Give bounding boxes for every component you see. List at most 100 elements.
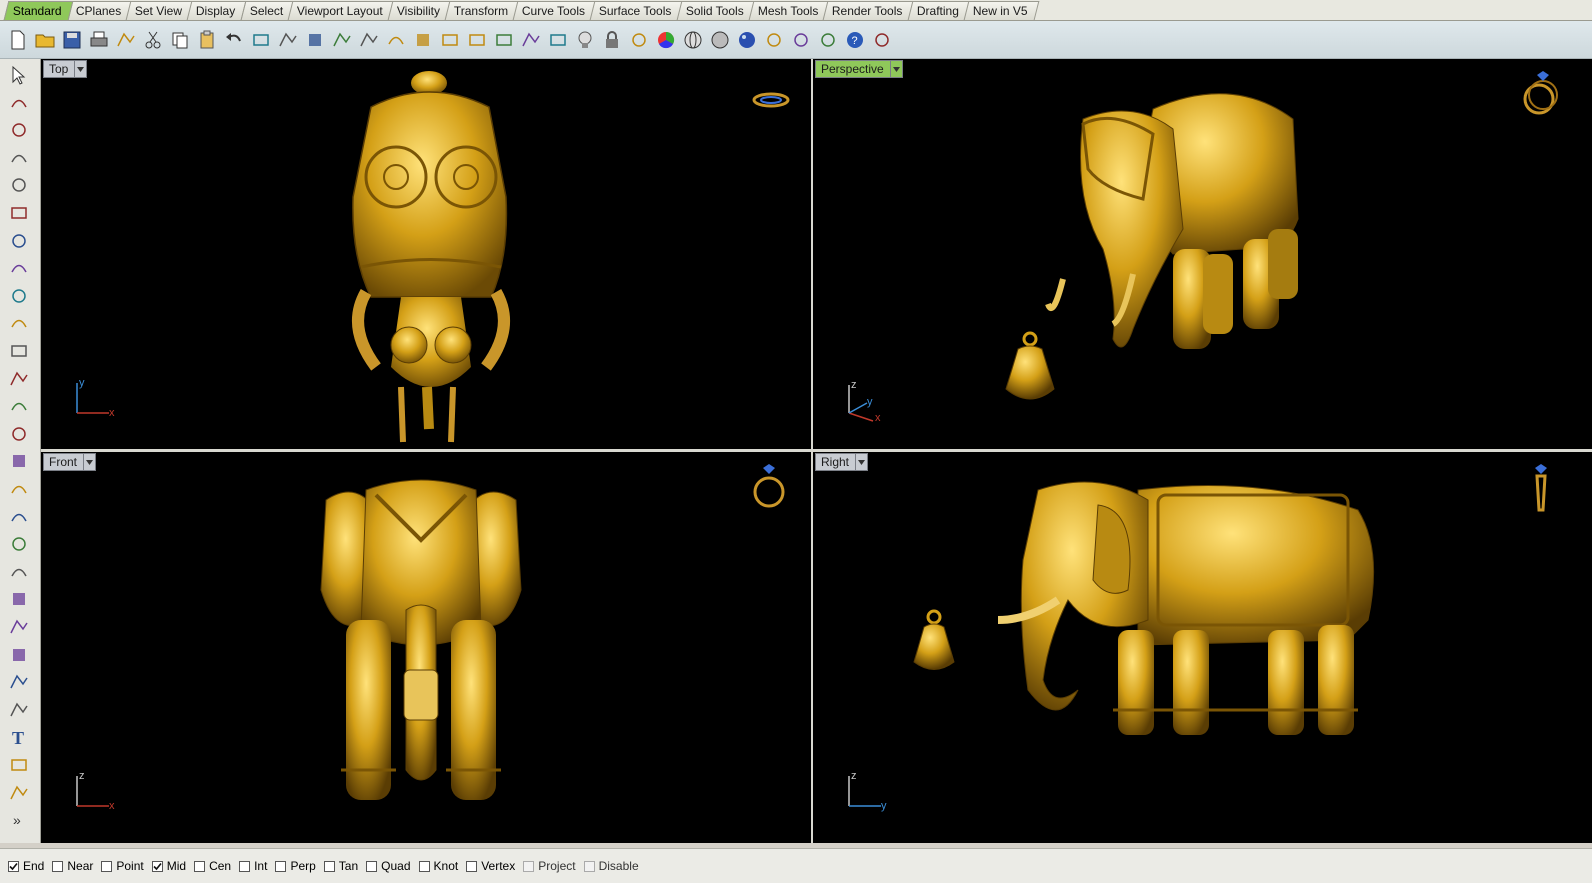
rectangle-icon[interactable] [6, 255, 32, 281]
tab-surface-tools[interactable]: Surface Tools [589, 1, 684, 20]
gear-parts-icon[interactable] [6, 504, 32, 530]
undo-icon[interactable] [220, 26, 247, 53]
zoom-selected-icon[interactable] [382, 26, 409, 53]
tab-drafting[interactable]: Drafting [907, 1, 970, 20]
zoom-window-icon[interactable] [328, 26, 355, 53]
polygon-icon[interactable] [6, 228, 32, 254]
zoom-in-icon[interactable] [301, 26, 328, 53]
osnap-checkbox[interactable] [275, 860, 287, 872]
boolean-icon[interactable] [6, 421, 32, 447]
osnap-checkbox[interactable] [466, 860, 478, 872]
osnap-checkbox[interactable] [8, 860, 19, 872]
tab-cplanes[interactable]: CPlanes [66, 1, 133, 20]
blend-icon[interactable] [6, 669, 32, 695]
osnap-knot[interactable]: Knot [418, 859, 458, 873]
osnap-checkbox[interactable] [523, 860, 535, 872]
box-icon[interactable] [6, 393, 32, 419]
array-icon[interactable] [6, 642, 32, 668]
new-file-icon[interactable] [4, 26, 31, 53]
print-icon[interactable] [85, 26, 112, 53]
osnap-checkbox[interactable] [194, 860, 206, 872]
point-icon[interactable] [6, 90, 32, 116]
osnap-near[interactable]: Near [52, 859, 93, 873]
cut-icon[interactable] [139, 26, 166, 53]
tab-visibility[interactable]: Visibility [387, 1, 452, 20]
osnap-perp[interactable]: Perp [275, 859, 316, 873]
tab-new-in-v5[interactable]: New in V5 [963, 1, 1039, 20]
four-viewports-icon[interactable] [436, 26, 463, 53]
osnap-int[interactable]: Int [239, 859, 267, 873]
chevron-down-icon[interactable] [74, 61, 86, 77]
polygon-hex-icon[interactable] [6, 283, 32, 309]
tab-curve-tools[interactable]: Curve Tools [512, 1, 597, 20]
tools-icon[interactable] [868, 26, 895, 53]
lock-icon[interactable] [598, 26, 625, 53]
scale-icon[interactable] [6, 752, 32, 778]
osnap-disable[interactable]: Disable [583, 859, 639, 873]
tab-solid-tools[interactable]: Solid Tools [676, 1, 755, 20]
more-icon[interactable]: » [6, 807, 32, 833]
save-icon[interactable] [58, 26, 85, 53]
trim-icon[interactable] [6, 559, 32, 585]
surface-edit-icon[interactable] [6, 366, 32, 392]
dimension-icon[interactable] [814, 26, 841, 53]
osnap-checkbox[interactable] [52, 860, 64, 872]
osnap-checkbox[interactable] [418, 860, 430, 872]
osnap-checkbox[interactable] [239, 860, 251, 872]
osnap-project[interactable]: Project [523, 859, 576, 873]
car-icon[interactable] [463, 26, 490, 53]
copy-icon[interactable] [166, 26, 193, 53]
sphere-rendered-icon[interactable] [733, 26, 760, 53]
fillet-curve-icon[interactable] [6, 310, 32, 336]
chevron-down-icon[interactable] [889, 61, 902, 77]
tab-viewport-layout[interactable]: Viewport Layout [287, 1, 395, 20]
viewport-title-right[interactable]: Right [815, 453, 869, 471]
sphere-wire-icon[interactable] [679, 26, 706, 53]
surface-icon[interactable] [6, 338, 32, 364]
tab-render-tools[interactable]: Render Tools [822, 1, 914, 20]
viewport-top[interactable]: Top y x [41, 59, 811, 449]
sphere-shaded-icon[interactable] [706, 26, 733, 53]
chevron-down-icon[interactable] [83, 454, 95, 470]
group-icon[interactable] [6, 614, 32, 640]
analyze-icon[interactable] [6, 531, 32, 557]
layer-icon[interactable] [625, 26, 652, 53]
cylinder-icon[interactable] [6, 448, 32, 474]
viewport-title-top[interactable]: Top [43, 60, 88, 78]
named-views-icon[interactable] [490, 26, 517, 53]
osnap-end[interactable]: End [8, 859, 44, 873]
grid-icon[interactable] [6, 780, 32, 806]
text-icon[interactable]: T [6, 724, 32, 750]
polyline-icon[interactable] [6, 117, 32, 143]
offset-icon[interactable] [6, 697, 32, 723]
help-icon[interactable]: ? [841, 26, 868, 53]
circle-icon[interactable] [6, 172, 32, 198]
viewport-title-front[interactable]: Front [43, 453, 97, 471]
pan-hand-icon[interactable] [247, 26, 274, 53]
osnap-checkbox[interactable] [151, 860, 163, 872]
osnap-point[interactable]: Point [101, 859, 144, 873]
tab-set-view[interactable]: Set View [125, 1, 194, 20]
osnap-mid[interactable]: Mid [151, 859, 186, 873]
select-arrow-icon[interactable] [6, 62, 32, 88]
open-folder-icon[interactable] [31, 26, 58, 53]
extend-icon[interactable] [6, 586, 32, 612]
tab-display[interactable]: Display [186, 1, 247, 20]
color-wheel-icon[interactable] [652, 26, 679, 53]
move-view-icon[interactable] [274, 26, 301, 53]
osnap-checkbox[interactable] [583, 860, 595, 872]
osnap-cen[interactable]: Cen [194, 859, 231, 873]
import-icon[interactable] [112, 26, 139, 53]
tab-standard[interactable]: Standard [3, 1, 74, 20]
osnap-checkbox[interactable] [323, 860, 335, 872]
viewport-splitter-horizontal[interactable] [41, 449, 1592, 452]
ellipse-icon[interactable] [6, 200, 32, 226]
chevron-down-icon[interactable] [855, 454, 867, 470]
light-bulb-icon[interactable] [571, 26, 598, 53]
paste-icon[interactable] [193, 26, 220, 53]
cplane-icon[interactable] [517, 26, 544, 53]
curve-icon[interactable] [6, 145, 32, 171]
viewport-perspective[interactable]: Perspective z x y [813, 59, 1592, 449]
osnap-checkbox[interactable] [366, 860, 378, 872]
tab-select[interactable]: Select [240, 1, 295, 20]
